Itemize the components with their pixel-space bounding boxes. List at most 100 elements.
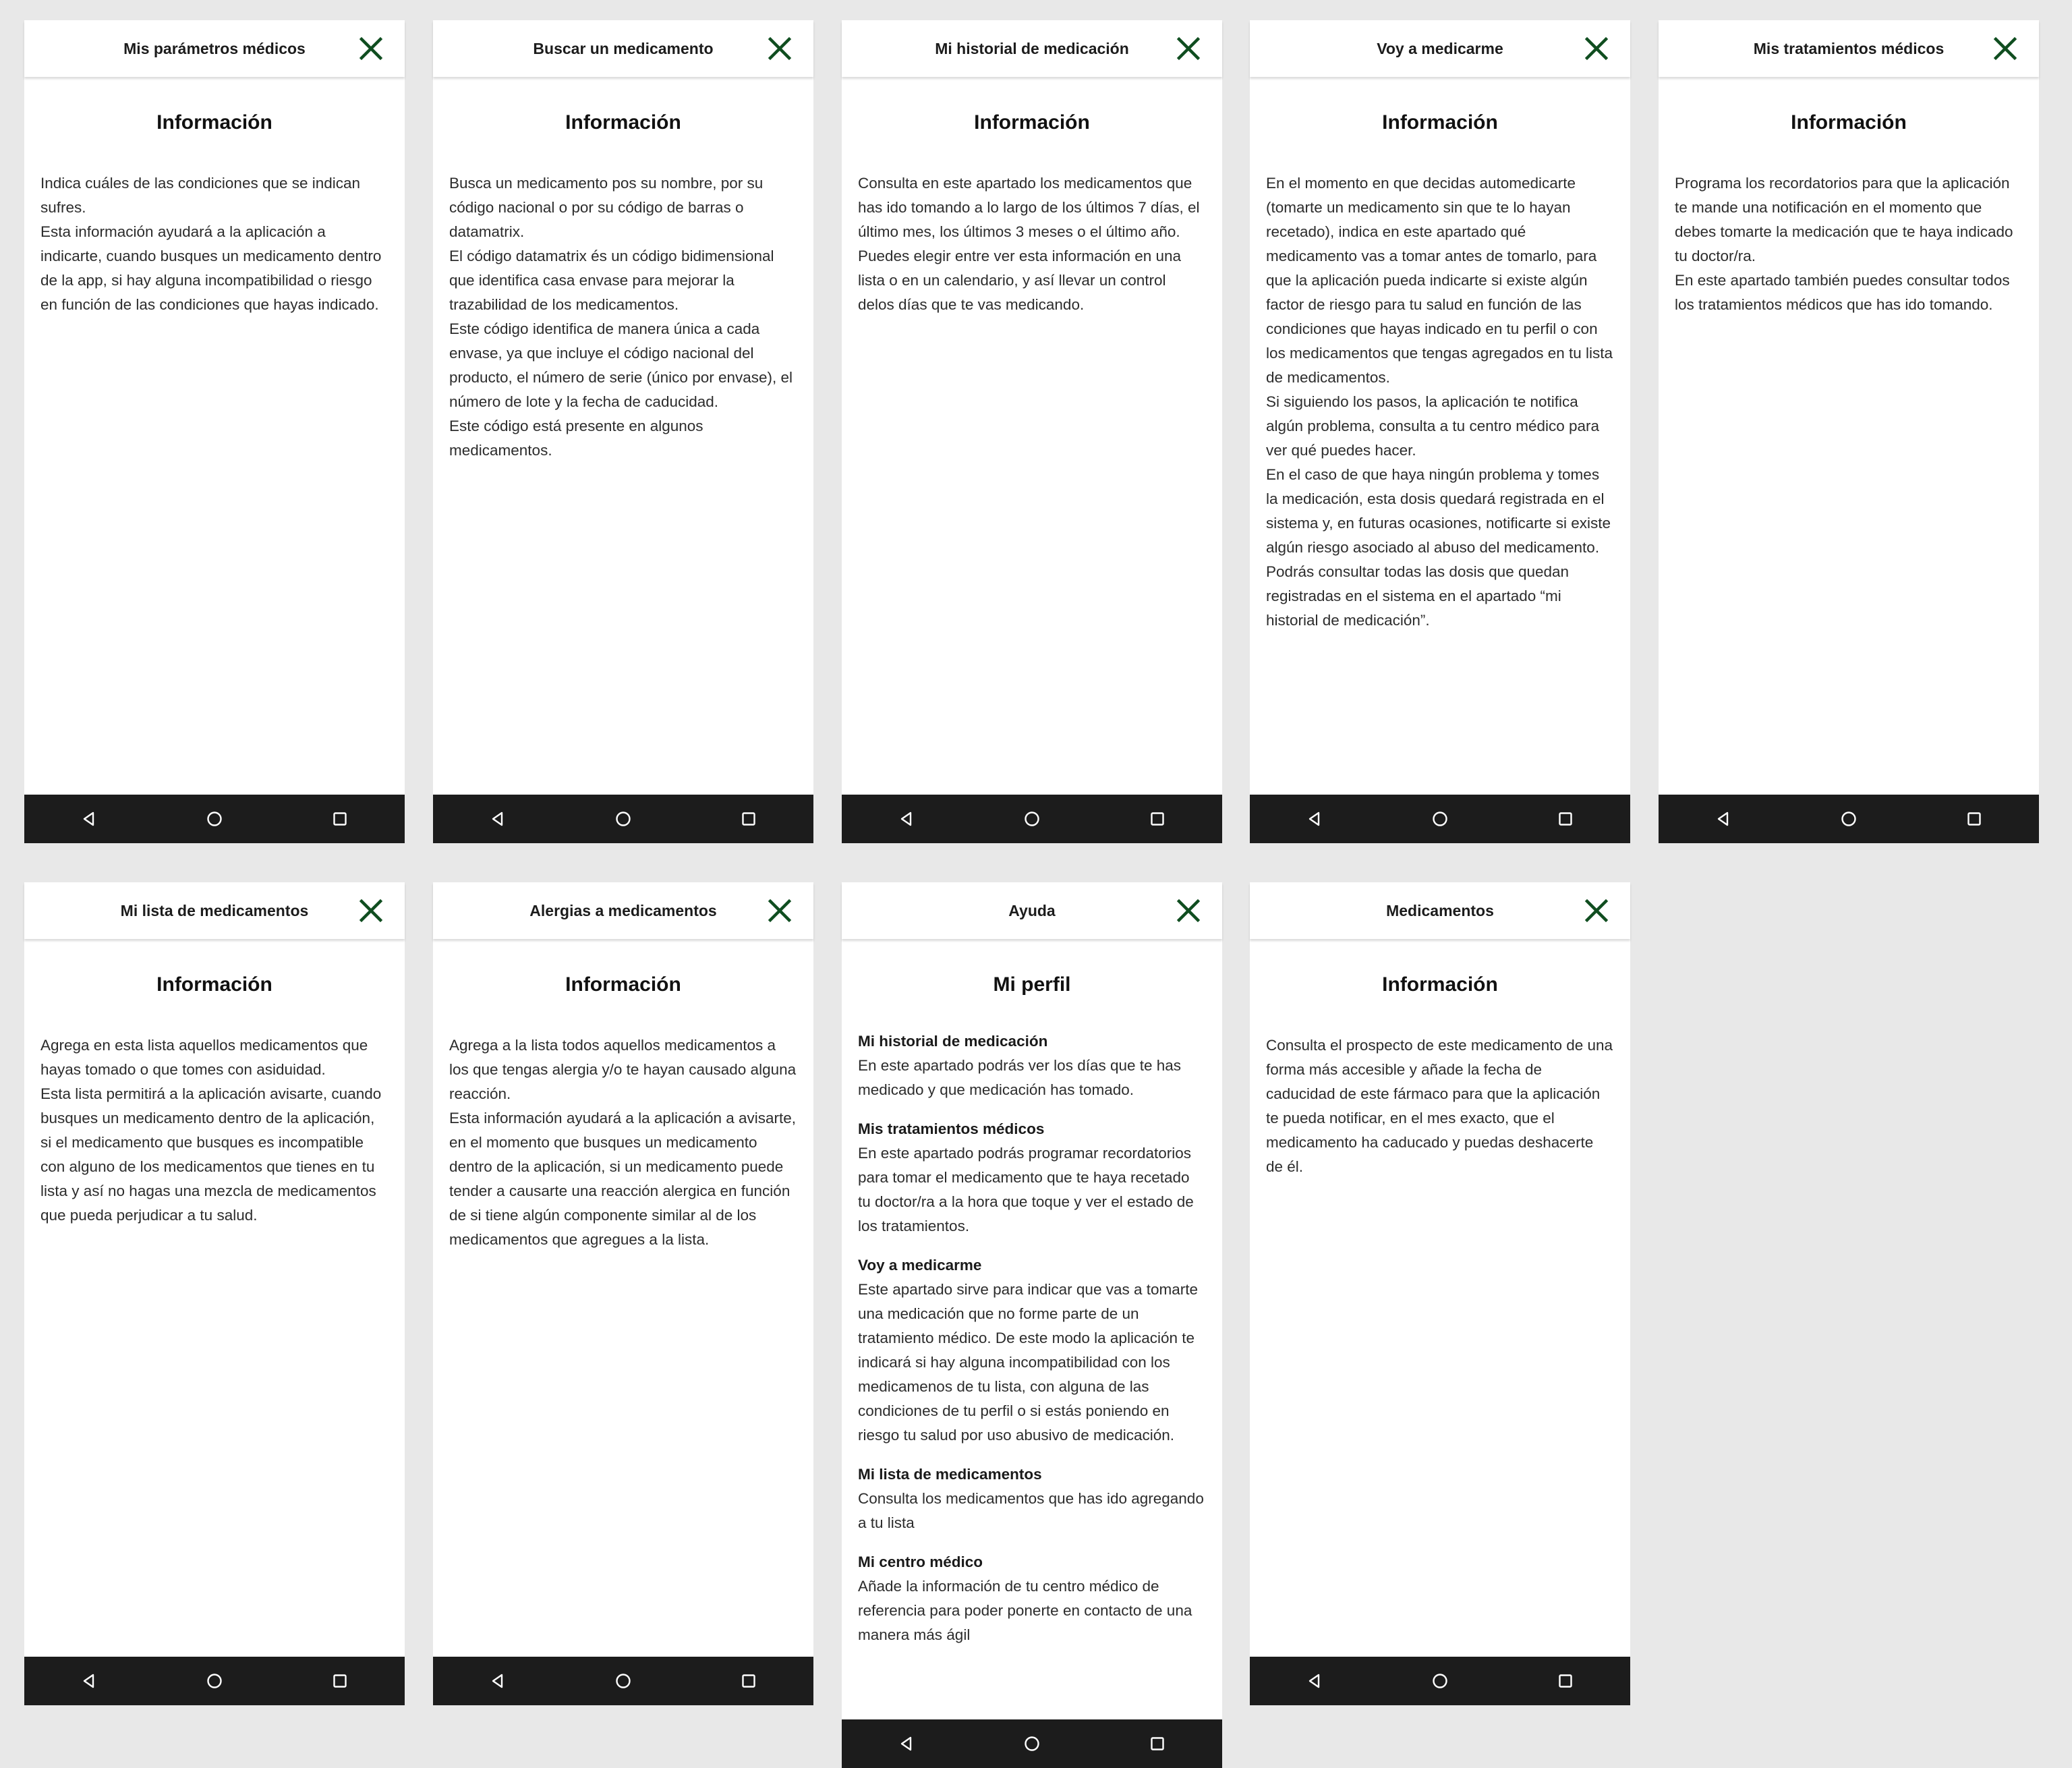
recents-square-icon xyxy=(742,1674,755,1688)
header-title: Medicamentos xyxy=(1386,902,1494,919)
info-title: Información xyxy=(1382,111,1498,134)
help-sections: Mi historial de medicación En este apart… xyxy=(858,1029,1206,1647)
nav-recents-button[interactable] xyxy=(1545,1657,1586,1705)
close-icon xyxy=(1993,36,2017,61)
screen-mi-historial-de-medicacion: Mi historial de medicación Información C… xyxy=(842,20,1222,843)
nav-back-button[interactable] xyxy=(1703,795,1744,843)
header-title: Buscar un medicamento xyxy=(533,40,714,57)
info-title: Información xyxy=(565,111,681,134)
screen-header: Mis tratamientos médicos xyxy=(1659,20,2039,77)
nav-back-button[interactable] xyxy=(1294,1657,1335,1705)
recents-square-icon xyxy=(333,812,347,826)
close-button[interactable] xyxy=(766,897,793,924)
recents-square-icon xyxy=(1151,812,1164,826)
android-navbar xyxy=(842,1719,1222,1768)
close-icon xyxy=(359,36,383,61)
help-section-title: Mi lista de medicamentos xyxy=(858,1466,1042,1483)
close-button[interactable] xyxy=(766,35,793,62)
close-icon xyxy=(768,36,792,61)
home-circle-icon xyxy=(1025,811,1039,826)
back-triangle-icon xyxy=(1308,1674,1320,1688)
nav-back-button[interactable] xyxy=(1294,795,1335,843)
screen-mis-parametros-medicos: Mis parámetros médicos Información Indic… xyxy=(24,20,405,843)
home-circle-icon xyxy=(1433,1674,1447,1688)
header-title: Mis parámetros médicos xyxy=(123,40,306,57)
nav-recents-button[interactable] xyxy=(320,1657,360,1705)
help-section-title: Mi historial de medicación xyxy=(858,1033,1048,1050)
close-button[interactable] xyxy=(1992,35,2019,62)
android-navbar xyxy=(842,795,1222,843)
nav-back-button[interactable] xyxy=(886,1719,927,1768)
nav-home-button[interactable] xyxy=(603,1657,643,1705)
back-triangle-icon xyxy=(492,1674,503,1688)
screen-body: Información Programa los recordatorios p… xyxy=(1659,77,2039,317)
info-text: Consulta en este apartado los medicament… xyxy=(858,175,1200,313)
screen-buscar-un-medicamento: Buscar un medicamento Información Busca … xyxy=(433,20,813,843)
close-button[interactable] xyxy=(1175,35,1202,62)
nav-home-button[interactable] xyxy=(194,795,235,843)
nav-recents-button[interactable] xyxy=(1545,795,1586,843)
close-button[interactable] xyxy=(357,35,384,62)
android-navbar xyxy=(433,795,813,843)
info-title: Información xyxy=(974,111,1090,134)
info-text: En el momento en que decidas automedicar… xyxy=(1266,175,1613,629)
nav-recents-button[interactable] xyxy=(728,1657,769,1705)
screen-header: Mi historial de medicación xyxy=(842,20,1222,77)
help-section-text: Este apartado sirve para indicar que vas… xyxy=(858,1281,1199,1444)
help-section-text: Añade la información de tu centro médico… xyxy=(858,1578,1192,1643)
recents-square-icon xyxy=(1151,1737,1164,1750)
help-section-voy-a-medicarme: Voy a medicarme Este apartado sirve para… xyxy=(858,1253,1206,1448)
help-section-title: Mi centro médico xyxy=(858,1553,983,1570)
home-circle-icon xyxy=(1841,811,1856,826)
nav-home-button[interactable] xyxy=(1012,795,1052,843)
info-text: Programa los recordatorios para que la a… xyxy=(1675,175,2013,313)
help-section-centro-medico: Mi centro médico Añade la información de… xyxy=(858,1550,1206,1647)
nav-back-button[interactable] xyxy=(69,795,109,843)
nav-recents-button[interactable] xyxy=(1137,1719,1178,1768)
help-section-lista: Mi lista de medicamentos Consulta los me… xyxy=(858,1462,1206,1535)
home-circle-icon xyxy=(207,1674,222,1688)
screen-header: Ayuda xyxy=(842,882,1222,939)
info-title: Información xyxy=(565,973,681,996)
nav-recents-button[interactable] xyxy=(320,795,360,843)
screen-mis-tratamientos-medicos: Mis tratamientos médicos Información Pro… xyxy=(1659,20,2039,843)
screen-ayuda: Ayuda Mi perfil Mi historial de medicaci… xyxy=(842,882,1222,1768)
nav-back-button[interactable] xyxy=(886,795,927,843)
screen-alergias-a-medicamentos: Alergias a medicamentos Información Agre… xyxy=(433,882,813,1705)
screen-body: Información Consulta en este apartado lo… xyxy=(842,77,1222,317)
android-navbar xyxy=(433,1657,813,1705)
screen-body: Información En el momento en que decidas… xyxy=(1250,77,1630,633)
nav-back-button[interactable] xyxy=(69,1657,109,1705)
nav-home-button[interactable] xyxy=(194,1657,235,1705)
home-circle-icon xyxy=(1025,1736,1039,1751)
nav-back-button[interactable] xyxy=(478,1657,518,1705)
android-navbar xyxy=(24,795,405,843)
nav-back-button[interactable] xyxy=(478,795,518,843)
screen-body: Información Indica cuáles de las condici… xyxy=(24,77,405,317)
header-title: Mi historial de medicación xyxy=(935,40,1129,57)
home-circle-icon xyxy=(616,1674,631,1688)
help-section-tratamientos: Mis tratamientos médicos En este apartad… xyxy=(858,1117,1206,1238)
screen-body: Información Agrega en esta lista aquello… xyxy=(24,939,405,1228)
nav-recents-button[interactable] xyxy=(1137,795,1178,843)
help-section-historial: Mi historial de medicación En este apart… xyxy=(858,1029,1206,1102)
close-button[interactable] xyxy=(1583,897,1610,924)
android-navbar xyxy=(1659,795,2039,843)
close-button[interactable] xyxy=(1583,35,1610,62)
nav-home-button[interactable] xyxy=(1420,1657,1460,1705)
screen-body: Información Busca un medicamento pos su … xyxy=(433,77,813,463)
nav-home-button[interactable] xyxy=(1012,1719,1052,1768)
home-circle-icon xyxy=(616,811,631,826)
nav-recents-button[interactable] xyxy=(1954,795,1994,843)
close-button[interactable] xyxy=(357,897,384,924)
nav-recents-button[interactable] xyxy=(728,795,769,843)
info-text: Busca un medicamento pos su nombre, por … xyxy=(449,175,793,459)
recents-square-icon xyxy=(333,1674,347,1688)
close-button[interactable] xyxy=(1175,897,1202,924)
nav-home-button[interactable] xyxy=(1420,795,1460,843)
nav-home-button[interactable] xyxy=(603,795,643,843)
screen-body: Información Consulta el prospecto de est… xyxy=(1250,939,1630,1179)
nav-home-button[interactable] xyxy=(1829,795,1869,843)
info-text: Agrega a la lista todos aquellos medicam… xyxy=(449,1037,797,1248)
help-section-text: En este apartado podrás programar record… xyxy=(858,1145,1194,1234)
